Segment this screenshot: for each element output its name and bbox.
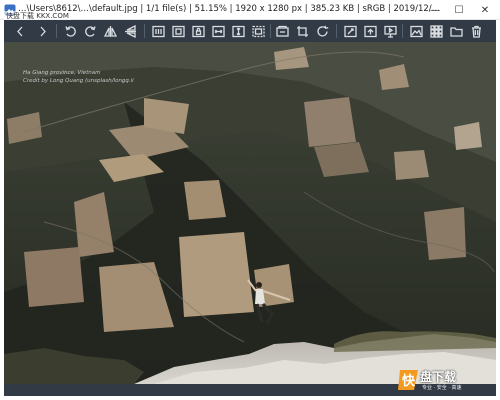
edit-image-icon[interactable] bbox=[408, 23, 424, 39]
flip-horizontal-icon[interactable] bbox=[102, 23, 118, 39]
maximize-button[interactable]: ☐ bbox=[446, 0, 472, 20]
open-file-icon[interactable] bbox=[448, 23, 464, 39]
toolbar-separator bbox=[144, 24, 145, 38]
photo-credit-author: Credit by Long Quang (unsplash/longq.ii bbox=[23, 78, 134, 84]
forward-icon[interactable] bbox=[34, 23, 50, 39]
title-bar: …\Users\8612\…\default.jpg | 1/1 file(s)… bbox=[0, 0, 500, 21]
window-title: …\Users\8612\…\default.jpg | 1/1 file(s)… bbox=[18, 4, 441, 14]
rotate-left-icon[interactable] bbox=[62, 23, 78, 39]
back-icon[interactable] bbox=[12, 23, 28, 39]
toolbar-separator bbox=[336, 24, 337, 38]
lock-zoom-icon[interactable] bbox=[190, 23, 206, 39]
logo-mark-icon: 快 bbox=[398, 370, 418, 390]
image-viewer-window: …\Users\8612\…\default.jpg | 1/1 file(s)… bbox=[0, 0, 500, 400]
refresh-icon[interactable] bbox=[314, 23, 330, 39]
thumbnail-gallery-icon[interactable] bbox=[428, 23, 444, 39]
gif-frames-icon[interactable] bbox=[274, 23, 290, 39]
fit-width-icon[interactable] bbox=[210, 23, 226, 39]
delete-icon[interactable] bbox=[468, 23, 484, 39]
color-picker-icon[interactable] bbox=[342, 23, 358, 39]
toolbar-separator bbox=[402, 24, 403, 38]
fit-screen-icon[interactable] bbox=[250, 23, 266, 39]
flip-vertical-icon[interactable] bbox=[122, 23, 138, 39]
actual-size-icon[interactable] bbox=[150, 23, 166, 39]
image-viewport[interactable]: Ha Giang province, Vietnam Credit by Lon… bbox=[4, 42, 496, 384]
window-bottom-border bbox=[0, 396, 500, 400]
crop-icon[interactable] bbox=[294, 23, 310, 39]
toolbar-separator bbox=[56, 24, 57, 38]
landscape-photo bbox=[4, 42, 496, 384]
fullscreen-icon[interactable] bbox=[362, 23, 378, 39]
site-logo: 快 盘下载 专业 · 安全 · 高速 bbox=[398, 366, 490, 396]
close-button[interactable]: ✕ bbox=[472, 0, 498, 20]
rotate-right-icon[interactable] bbox=[82, 23, 98, 39]
logo-text: 盘下载 bbox=[420, 370, 457, 384]
toolbar-separator bbox=[270, 24, 271, 38]
slideshow-icon[interactable] bbox=[382, 23, 398, 39]
toolbar bbox=[4, 20, 496, 42]
auto-zoom-icon[interactable] bbox=[170, 23, 186, 39]
logo-mark-glyph: 快 bbox=[402, 373, 416, 389]
photo-credit-location: Ha Giang province, Vietnam bbox=[23, 70, 101, 76]
minimize-button[interactable]: — bbox=[422, 0, 448, 20]
logo-tagline: 专业 · 安全 · 高速 bbox=[422, 385, 462, 391]
fit-height-icon[interactable] bbox=[230, 23, 246, 39]
